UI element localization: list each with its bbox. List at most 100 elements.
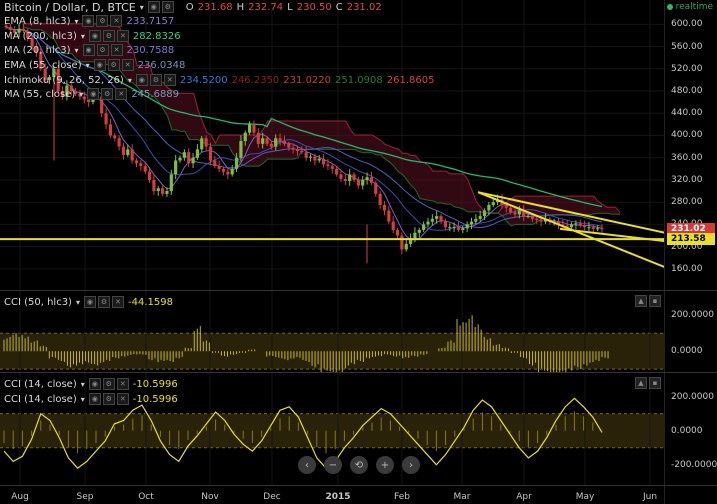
scroll-forward-button[interactable]: ›	[402, 456, 420, 474]
candle	[452, 227, 456, 229]
candle	[574, 223, 578, 225]
realtime-indicator: realtime	[666, 2, 713, 12]
maximize-pane-icon[interactable]: ▪	[649, 295, 661, 307]
cci-tick-label: 200.0000	[671, 310, 714, 321]
indicator-ma20[interactable]: MA (20, hlc3) ▾ ◉ ⚙ ✕ 230.7588	[4, 43, 174, 57]
close-icon[interactable]: ✕	[116, 393, 129, 405]
settings-icon[interactable]: ⚙	[97, 296, 110, 308]
hide-icon[interactable]: ◉	[147, 1, 160, 13]
hide-icon[interactable]: ◉	[135, 74, 148, 86]
time-axis[interactable]: Aug Sep Oct Nov Dec 2015 Feb Mar Apr May Jun	[0, 485, 665, 504]
hide-icon[interactable]: ◉	[88, 393, 101, 405]
hide-icon[interactable]: ◉	[93, 59, 106, 71]
cci14-legend-2[interactable]: CCI (14, close) ▾ ◉ ⚙ ✕ -10.5996	[4, 392, 178, 406]
price-pane[interactable]: Bitcoin / Dollar, D, BTCE ▾ ◉ ⚙ O 231.68 …	[0, 0, 665, 290]
hide-icon[interactable]: ◉	[82, 15, 95, 27]
candle	[217, 166, 221, 169]
close-icon[interactable]: ✕	[163, 74, 176, 86]
ohlc-low-label: L	[287, 1, 293, 13]
close-icon[interactable]: ✕	[110, 44, 123, 56]
candle	[243, 132, 247, 142]
cci14-pane[interactable]: CCI (14, close) ▾ ◉ ⚙ ✕ -10.5996 CCI (14, c…	[0, 373, 665, 485]
close-icon[interactable]: ✕	[116, 30, 129, 42]
candle	[456, 227, 461, 230]
candle	[313, 156, 317, 161]
candle	[300, 151, 304, 153]
maximize-pane-icon[interactable]: ▪	[649, 377, 661, 389]
time-tick-label: May	[575, 492, 595, 502]
cci14-axis[interactable]: 200.0000 0.0000 -200.0000	[664, 373, 717, 485]
symbol-dropdown-icon[interactable]: ▾	[140, 3, 144, 12]
candle	[435, 216, 439, 219]
settings-icon[interactable]: ⚙	[102, 378, 115, 390]
hide-icon[interactable]: ◉	[83, 296, 96, 308]
time-tick-label: Jun	[642, 492, 658, 502]
indicator-ma55[interactable]: MA (55, close) ▾ ◉ ⚙ ✕ 245.6889	[4, 87, 179, 101]
symbol-title[interactable]: Bitcoin / Dollar, D, BTCE	[4, 1, 136, 14]
cci50-pane[interactable]: CCI (50, hlc3) ▾ ◉ ⚙ ✕ -44.1598 ▲ ▪	[0, 291, 665, 372]
scroll-back-button[interactable]: ‹	[298, 456, 316, 474]
candle	[226, 171, 230, 175]
candle	[265, 138, 269, 144]
close-icon[interactable]: ✕	[121, 59, 134, 71]
hide-icon[interactable]: ◉	[82, 44, 95, 56]
candle	[174, 160, 178, 175]
settings-icon[interactable]: ⚙	[101, 88, 114, 100]
candle	[126, 149, 130, 155]
candle	[430, 218, 434, 222]
candle	[156, 188, 160, 192]
settings-icon[interactable]: ⚙	[149, 74, 162, 86]
candle	[169, 174, 173, 192]
time-tick-label: Aug	[11, 492, 29, 502]
cci50-legend[interactable]: CCI (50, hlc3) ▾ ◉ ⚙ ✕ -44.1598	[4, 295, 173, 309]
candle	[234, 157, 239, 169]
price-tick-label: 440.00	[671, 108, 703, 119]
settings-icon[interactable]: ⚙	[102, 30, 115, 42]
time-tick-label: Sep	[76, 492, 94, 502]
indicator-ema8[interactable]: EMA (8, hlc3) ▾ ◉ ⚙ ✕ 233.7157	[4, 14, 174, 28]
hide-icon[interactable]: ◉	[87, 88, 100, 100]
candle	[187, 152, 191, 164]
candle	[413, 232, 417, 239]
reset-chart-button[interactable]: ⟲	[350, 456, 368, 474]
indicator-ema55[interactable]: EMA (55, close) ▾ ◉ ⚙ ✕ 236.0348	[4, 58, 185, 72]
candle	[287, 143, 291, 148]
hide-icon[interactable]: ◉	[88, 30, 101, 42]
settings-icon[interactable]: ⚙	[102, 393, 115, 405]
pane-up-icon[interactable]: ▲	[635, 377, 647, 389]
indicator-ichimoku[interactable]: Ichimoku (9, 26, 52, 26) ▾ ◉ ⚙ ✕ 234.5200 2…	[4, 73, 434, 87]
settings-icon[interactable]: ⚙	[96, 15, 109, 27]
candle	[387, 210, 391, 222]
cci50-axis[interactable]: 200.0000 0.0000	[664, 291, 717, 372]
hide-icon[interactable]: ◉	[88, 378, 101, 390]
candle	[504, 204, 508, 208]
candle	[335, 168, 339, 175]
price-axis[interactable]: realtime 600.00 560.00 520.00 480.00 440.00 4…	[664, 0, 717, 290]
zoom-out-button[interactable]: −	[324, 456, 342, 474]
ohlc-close-label: C	[335, 1, 343, 13]
cci-tick-label: 200.0000	[671, 391, 714, 402]
close-icon[interactable]: ✕	[115, 88, 128, 100]
candle	[130, 149, 134, 161]
pane-up-icon[interactable]: ▲	[635, 295, 647, 307]
indicator-ma200[interactable]: MA (200, hlc3) ▾ ◉ ⚙ ✕ 282.8326	[4, 29, 181, 43]
cci14-legend-1[interactable]: CCI (14, close) ▾ ◉ ⚙ ✕ -10.5996	[4, 377, 178, 391]
close-icon[interactable]: ✕	[116, 378, 129, 390]
candle	[482, 210, 487, 217]
settings-icon[interactable]: ⚙	[161, 1, 174, 13]
close-icon[interactable]: ✕	[110, 15, 123, 27]
time-tick-label: 2015	[325, 492, 351, 502]
candle	[448, 227, 452, 229]
price-tick-label: 400.00	[671, 130, 703, 141]
candle	[208, 146, 213, 161]
ohlc-high-label: H	[236, 1, 245, 13]
zoom-in-button[interactable]: +	[376, 456, 394, 474]
settings-icon[interactable]: ⚙	[107, 59, 120, 71]
candle	[104, 113, 108, 125]
candle	[382, 204, 387, 211]
candle	[591, 227, 595, 229]
candle	[213, 160, 217, 167]
cci-tick-label: 0.0000	[671, 346, 703, 357]
close-icon[interactable]: ✕	[111, 296, 124, 308]
settings-icon[interactable]: ⚙	[96, 44, 109, 56]
